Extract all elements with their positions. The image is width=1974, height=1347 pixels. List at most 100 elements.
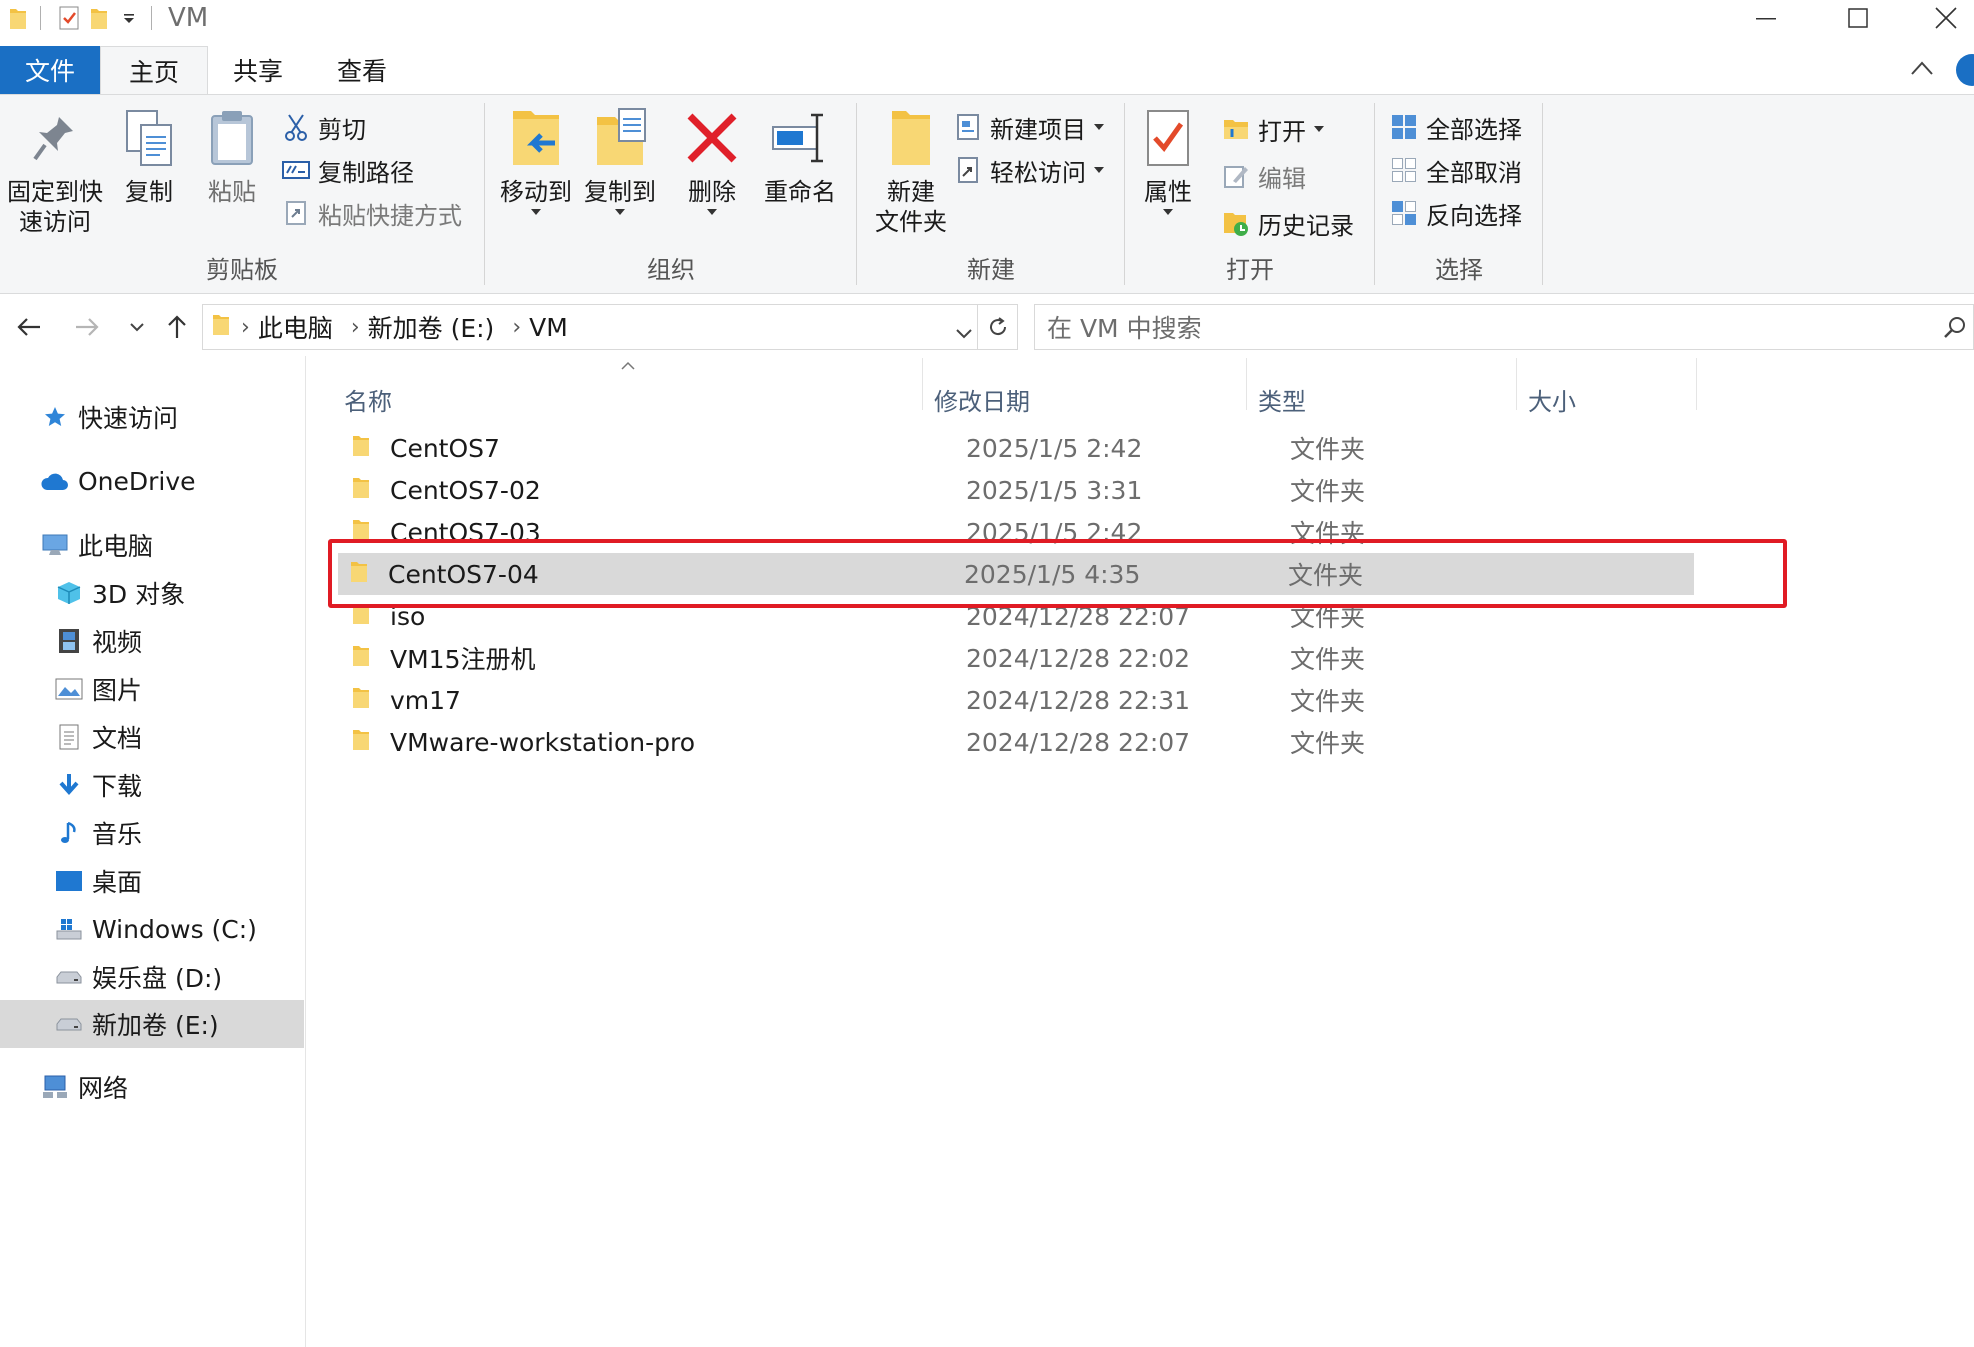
properties-icon[interactable]: [57, 4, 81, 32]
nav-item-videos[interactable]: 视频: [0, 618, 304, 664]
column-header-type[interactable]: 类型: [1258, 374, 1306, 424]
maximize-button[interactable]: [1828, 0, 1888, 36]
tab-view[interactable]: 查看: [314, 46, 410, 94]
scissors-icon: [282, 113, 310, 141]
up-button[interactable]: [162, 310, 192, 344]
file-date: 2025/1/5 2:42: [966, 433, 1143, 463]
properties-button[interactable]: 属性: [1136, 105, 1200, 215]
file-date: 2025/1/5 3:31: [966, 475, 1143, 505]
address-bar[interactable]: › 此电脑 › 新加卷 (E:) › VM: [202, 304, 1018, 350]
move-to-button[interactable]: 移动到: [494, 105, 578, 215]
tab-file[interactable]: 文件: [0, 46, 100, 94]
folder-icon: [6, 4, 30, 32]
network-icon: [40, 1072, 70, 1102]
forward-button[interactable]: [72, 310, 102, 344]
copy-path-button[interactable]: 复制路径: [282, 152, 414, 188]
new-folder-icon[interactable]: [87, 4, 111, 32]
column-header-name[interactable]: 名称: [344, 374, 392, 424]
nav-item-network[interactable]: 网络: [0, 1064, 304, 1110]
computer-icon: [40, 530, 70, 560]
cut-button[interactable]: 剪切: [282, 109, 366, 145]
nav-item-music[interactable]: 音乐: [0, 810, 304, 856]
search-icon[interactable]: [1943, 315, 1967, 345]
paste-shortcut-button[interactable]: 粘贴快捷方式: [282, 195, 462, 231]
file-name-cell[interactable]: VMware-workstation-pro: [350, 721, 695, 763]
recent-locations-button[interactable]: [122, 310, 152, 344]
file-name-cell[interactable]: CentOS7: [350, 427, 500, 469]
nav-item-onedrive[interactable]: OneDrive: [0, 458, 304, 504]
arrow-up-icon: [168, 315, 186, 338]
address-dropdown-button[interactable]: [955, 317, 973, 346]
breadcrumb-drive-e[interactable]: 新加卷 (E:): [368, 309, 495, 345]
table-row[interactable]: CentOS7 2025/1/5 2:42 文件夹: [340, 427, 1974, 469]
new-item-button[interactable]: 新建项目: [954, 109, 1104, 145]
copy-button[interactable]: 复制: [114, 105, 184, 207]
window-title: VM: [168, 3, 209, 33]
file-list: 名称 修改日期 类型 大小 CentOS7 2025/1/5 2:42 文件夹 Cen…: [308, 356, 1974, 1347]
help-icon[interactable]: [1956, 54, 1974, 86]
select-all-button[interactable]: 全部选择: [1390, 109, 1522, 145]
file-name-cell[interactable]: CentOS7-02: [350, 469, 541, 511]
table-row[interactable]: VM15注册机 2024/12/28 22:02 文件夹: [340, 637, 1974, 679]
group-label-open: 打开: [1226, 256, 1274, 284]
file-type: 文件夹: [1290, 729, 1366, 758]
nav-item-quick-access[interactable]: 快速访问: [0, 394, 304, 440]
cloud-icon: [40, 466, 70, 496]
chevron-right-icon[interactable]: ›: [351, 315, 360, 340]
close-button[interactable]: [1916, 0, 1974, 36]
chevron-down-icon: [130, 323, 144, 332]
minimize-button[interactable]: [1736, 0, 1796, 36]
easy-access-button[interactable]: 轻松访问: [954, 152, 1104, 188]
new-item-icon: [954, 113, 982, 141]
refresh-button[interactable]: [977, 305, 1017, 349]
search-input[interactable]: 在 VM 中搜索: [1034, 304, 1974, 350]
collapse-ribbon-button[interactable]: [1910, 60, 1934, 80]
column-header-size[interactable]: 大小: [1528, 374, 1576, 424]
nav-item-documents[interactable]: 文档: [0, 714, 304, 760]
file-name: VMware-workstation-pro: [390, 727, 696, 757]
breadcrumb-this-pc[interactable]: 此电脑: [258, 309, 333, 345]
file-type: 文件夹: [1290, 687, 1366, 716]
rename-button[interactable]: 重命名: [758, 105, 842, 207]
nav-item-drive-c[interactable]: Windows (C:): [0, 906, 304, 952]
nav-item-this-pc[interactable]: 此电脑: [0, 522, 304, 568]
group-label-select: 选择: [1435, 256, 1483, 284]
rename-icon: [770, 105, 830, 171]
tab-share[interactable]: 共享: [212, 46, 304, 94]
chevron-right-icon[interactable]: ›: [512, 315, 521, 340]
nav-item-drive-d[interactable]: 娱乐盘 (D:): [0, 954, 304, 1000]
nav-item-3d-objects[interactable]: 3D 对象: [0, 570, 304, 616]
pin-icon: [25, 105, 85, 171]
edit-button[interactable]: 编辑: [1222, 158, 1306, 194]
open-button[interactable]: 打开: [1222, 111, 1324, 147]
paste-button[interactable]: 粘贴: [200, 105, 264, 207]
file-name: CentOS7: [390, 433, 500, 463]
chevron-right-icon[interactable]: ›: [241, 315, 250, 340]
nav-item-downloads[interactable]: 下载: [0, 762, 304, 808]
nav-item-drive-e[interactable]: 新加卷 (E:): [0, 1000, 304, 1048]
invert-selection-button[interactable]: 反向选择: [1390, 195, 1522, 231]
highlight-annotation-box: [328, 539, 1787, 608]
copy-to-button[interactable]: 复制到: [578, 105, 662, 215]
tab-home[interactable]: 主页: [100, 46, 208, 95]
table-row[interactable]: vm17 2024/12/28 22:31 文件夹: [340, 679, 1974, 721]
pin-quick-access-button[interactable]: 固定到快 速访问: [6, 105, 104, 237]
select-none-button[interactable]: 全部取消: [1390, 152, 1522, 188]
nav-item-pictures[interactable]: 图片: [0, 666, 304, 712]
column-header-date[interactable]: 修改日期: [934, 374, 1030, 424]
open-group: 属性 打开 编辑 历史记录 打开: [1126, 95, 1374, 293]
breadcrumb-vm[interactable]: VM: [529, 313, 568, 342]
delete-button[interactable]: 删除: [682, 105, 742, 215]
back-button[interactable]: [14, 310, 44, 344]
history-button[interactable]: 历史记录: [1222, 205, 1354, 241]
new-folder-button[interactable]: 新建 文件夹: [866, 105, 956, 237]
table-row[interactable]: CentOS7-02 2025/1/5 3:31 文件夹: [340, 469, 1974, 511]
file-name-cell[interactable]: VM15注册机: [350, 637, 535, 679]
file-name-cell[interactable]: vm17: [350, 679, 461, 721]
table-row[interactable]: VMware-workstation-pro 2024/12/28 22:07 文件…: [340, 721, 1974, 763]
quick-access-toolbar: VM: [0, 0, 208, 36]
cube-icon: [54, 578, 84, 608]
folder-icon: [211, 311, 231, 343]
customize-toolbar-icon[interactable]: [117, 4, 141, 32]
nav-item-desktop[interactable]: 桌面: [0, 858, 304, 904]
